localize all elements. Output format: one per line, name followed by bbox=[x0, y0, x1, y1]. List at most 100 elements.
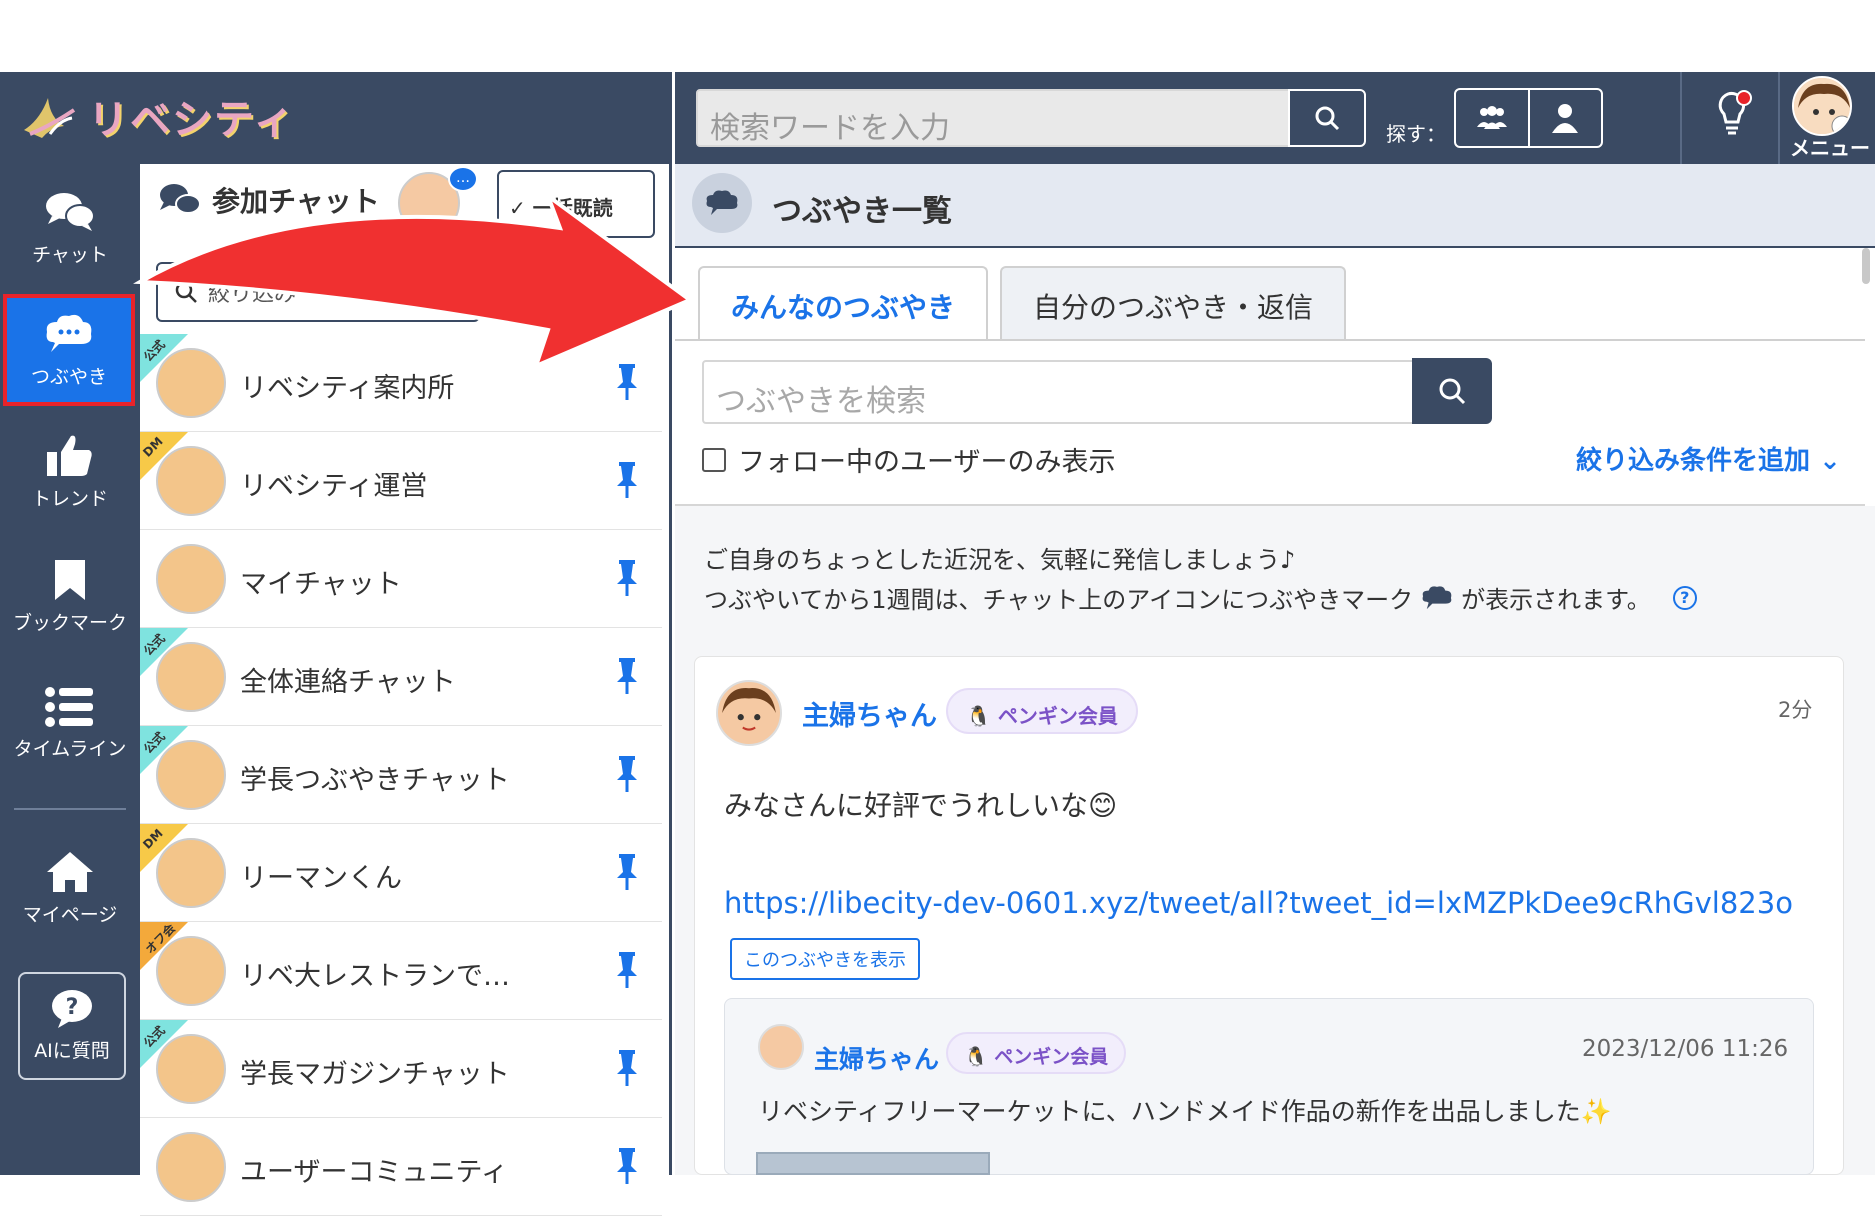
app-logo[interactable]: リベシティ bbox=[20, 86, 296, 146]
chat-list-item[interactable]: オフ会 リベ大レストランで… bbox=[140, 921, 662, 1020]
quoted-tweet[interactable] bbox=[724, 998, 1814, 1175]
chat-filter-placeholder: 絞り込み bbox=[208, 282, 297, 307]
global-search-button[interactable] bbox=[1288, 89, 1366, 147]
pin-icon[interactable] bbox=[614, 950, 640, 994]
info-text-line2: つぶやいてから1週間は、チャット上のアイコンにつぶやきマーク が表示されます。 … bbox=[704, 580, 1697, 615]
quoted-time: 2023/12/06 11:26 bbox=[1582, 1036, 1789, 1062]
list-icon bbox=[45, 687, 93, 727]
leaf-logo-icon bbox=[24, 98, 76, 138]
rail-item-trend[interactable]: トレンド bbox=[0, 432, 140, 511]
explore-button-group bbox=[1454, 88, 1603, 148]
pin-icon[interactable] bbox=[614, 558, 640, 602]
chat-name: リベシティ案内所 bbox=[240, 373, 455, 404]
home-icon bbox=[47, 852, 93, 892]
rail-item-tweet[interactable]: つぶやき bbox=[3, 294, 135, 406]
add-filter-label: 絞り込み条件を追加 bbox=[1576, 446, 1811, 476]
bookmark-icon bbox=[55, 560, 85, 600]
pin-icon[interactable] bbox=[614, 460, 640, 504]
chat-list-title: 参加チャット bbox=[158, 180, 380, 220]
search-icon bbox=[175, 281, 197, 303]
chevron-down-icon: ⌄ bbox=[1819, 446, 1841, 476]
chat-name: 学長つぶやきチャット bbox=[240, 765, 510, 796]
pin-icon[interactable] bbox=[614, 852, 640, 896]
chat-list-item[interactable]: 公式 全体連絡チャット bbox=[140, 628, 662, 726]
rail-item-mypage[interactable]: マイページ bbox=[0, 850, 140, 927]
tweet-search-input[interactable]: つぶやきを検索 bbox=[702, 360, 1414, 424]
chat-type-tag: オフ会 bbox=[140, 921, 188, 970]
menu-avatar[interactable] bbox=[1792, 76, 1852, 136]
penguin-icon: 🐧 bbox=[966, 704, 998, 728]
global-search-input[interactable]: 検索ワードを入力 bbox=[696, 89, 1290, 147]
svg-text:?: ? bbox=[66, 995, 79, 1020]
question-bubble-icon: ? bbox=[52, 990, 92, 1028]
users-icon bbox=[1476, 106, 1507, 129]
ask-ai-label: AIに質問 bbox=[34, 1040, 110, 1062]
quoted-username[interactable]: 主婦ちゃん bbox=[814, 1040, 939, 1076]
page-title: つぶやき一覧 bbox=[772, 194, 952, 229]
chat-name: ユーザーコミュニティ bbox=[240, 1157, 508, 1188]
thumbs-up-icon bbox=[47, 435, 92, 476]
chat-list-item[interactable]: ユーザーコミュニティ bbox=[140, 1118, 662, 1216]
chat-list-item[interactable]: 公式 学長つぶやきチャット bbox=[140, 726, 662, 824]
help-icon[interactable]: ? bbox=[1672, 585, 1697, 610]
tab-everyone-tweets[interactable]: みんなのつぶやき bbox=[698, 266, 988, 340]
member-badge: 🐧 ペンギン会員 bbox=[946, 688, 1138, 734]
search-icon bbox=[1315, 106, 1340, 131]
chat-list-item[interactable]: DM リベシティ運営 bbox=[140, 432, 662, 530]
member-badge-label: ペンギン会員 bbox=[994, 1046, 1109, 1068]
quoted-text: リベシティフリーマーケットに、ハンドメイド作品の新作を出品しました✨ bbox=[758, 1097, 1612, 1126]
show-tweet-button[interactable]: このつぶやきを表示 bbox=[730, 938, 920, 980]
header-divider bbox=[672, 72, 675, 164]
quoted-image[interactable] bbox=[756, 1152, 990, 1175]
info-text-part-a: つぶやいてから1週間は、チャット上のアイコンにつぶやきマーク bbox=[704, 586, 1414, 614]
rail-label-chat: チャット bbox=[32, 244, 108, 266]
chat-type-tag: 公式 bbox=[140, 334, 188, 382]
ask-ai-button[interactable]: ? AIに質問 bbox=[18, 972, 126, 1080]
pin-icon[interactable] bbox=[614, 754, 640, 798]
pin-icon[interactable] bbox=[614, 1048, 640, 1092]
chat-list-item[interactable]: マイチャット bbox=[140, 530, 662, 628]
user-icon bbox=[1552, 104, 1579, 133]
bulk-read-button[interactable]: ✓ 一括既読 bbox=[497, 170, 655, 238]
logo-text: リベシティ bbox=[88, 97, 296, 143]
explore-users-button[interactable] bbox=[1527, 90, 1602, 146]
post-time: 2分 bbox=[1778, 698, 1813, 722]
pin-icon[interactable] bbox=[614, 362, 640, 406]
avatar[interactable] bbox=[156, 1132, 226, 1202]
menu-label[interactable]: メニュー bbox=[1790, 132, 1870, 161]
info-text-part-b: が表示されます。 bbox=[1461, 586, 1651, 614]
chat-list-title-text: 参加チャット bbox=[212, 185, 380, 218]
chat-bubbles-icon bbox=[46, 193, 95, 231]
chat-filter-option-button[interactable] bbox=[498, 262, 558, 322]
pin-icon[interactable] bbox=[614, 1146, 640, 1190]
chat-list-item[interactable]: 公式 学長マガジンチャット bbox=[140, 1020, 662, 1118]
avatar[interactable] bbox=[716, 680, 782, 746]
chat-list-item[interactable]: 公式リベシティ案内所 bbox=[140, 334, 662, 432]
pin-icon[interactable] bbox=[614, 656, 640, 700]
member-badge-label: ペンギン会員 bbox=[997, 704, 1118, 728]
chat-filter-input[interactable]: 絞り込み bbox=[156, 262, 480, 322]
notifications-button[interactable] bbox=[1710, 88, 1754, 142]
tab-my-tweets[interactable]: 自分のつぶやき・返信 bbox=[1000, 266, 1346, 340]
rail-label-tweet: つぶやき bbox=[30, 366, 107, 388]
rail-item-timeline[interactable]: タイムライン bbox=[0, 686, 140, 761]
penguin-icon: 🐧 bbox=[964, 1046, 995, 1068]
scrollbar-thumb[interactable] bbox=[1862, 248, 1870, 284]
tweet-search-button[interactable] bbox=[1412, 358, 1492, 424]
rail-item-chat[interactable]: チャット bbox=[0, 190, 140, 267]
rail-item-bookmark[interactable]: ブックマーク bbox=[0, 558, 140, 635]
checkbox[interactable] bbox=[702, 447, 726, 472]
chat-name: 全体連絡チャット bbox=[240, 667, 456, 698]
post-username[interactable]: 主婦ちゃん bbox=[802, 694, 937, 733]
tweet-bubble-icon bbox=[46, 314, 92, 352]
explore-groups-button[interactable] bbox=[1456, 90, 1528, 146]
lightbulb-icon bbox=[1718, 90, 1752, 135]
add-filter-link[interactable]: 絞り込み条件を追加 ⌄ bbox=[1576, 440, 1841, 477]
avatar[interactable] bbox=[156, 544, 226, 614]
chat-list-item[interactable]: DM リーマンくん bbox=[140, 824, 662, 922]
follow-only-checkbox[interactable]: フォロー中のユーザーのみ表示 bbox=[702, 440, 1115, 479]
chat-type-tag: 公式 bbox=[140, 1020, 188, 1068]
post-link[interactable]: https://libecity-dev-0601.xyz/tweet/all?… bbox=[724, 886, 1793, 920]
chat-name: リーマンくん bbox=[240, 863, 402, 894]
avatar[interactable] bbox=[758, 1024, 804, 1070]
